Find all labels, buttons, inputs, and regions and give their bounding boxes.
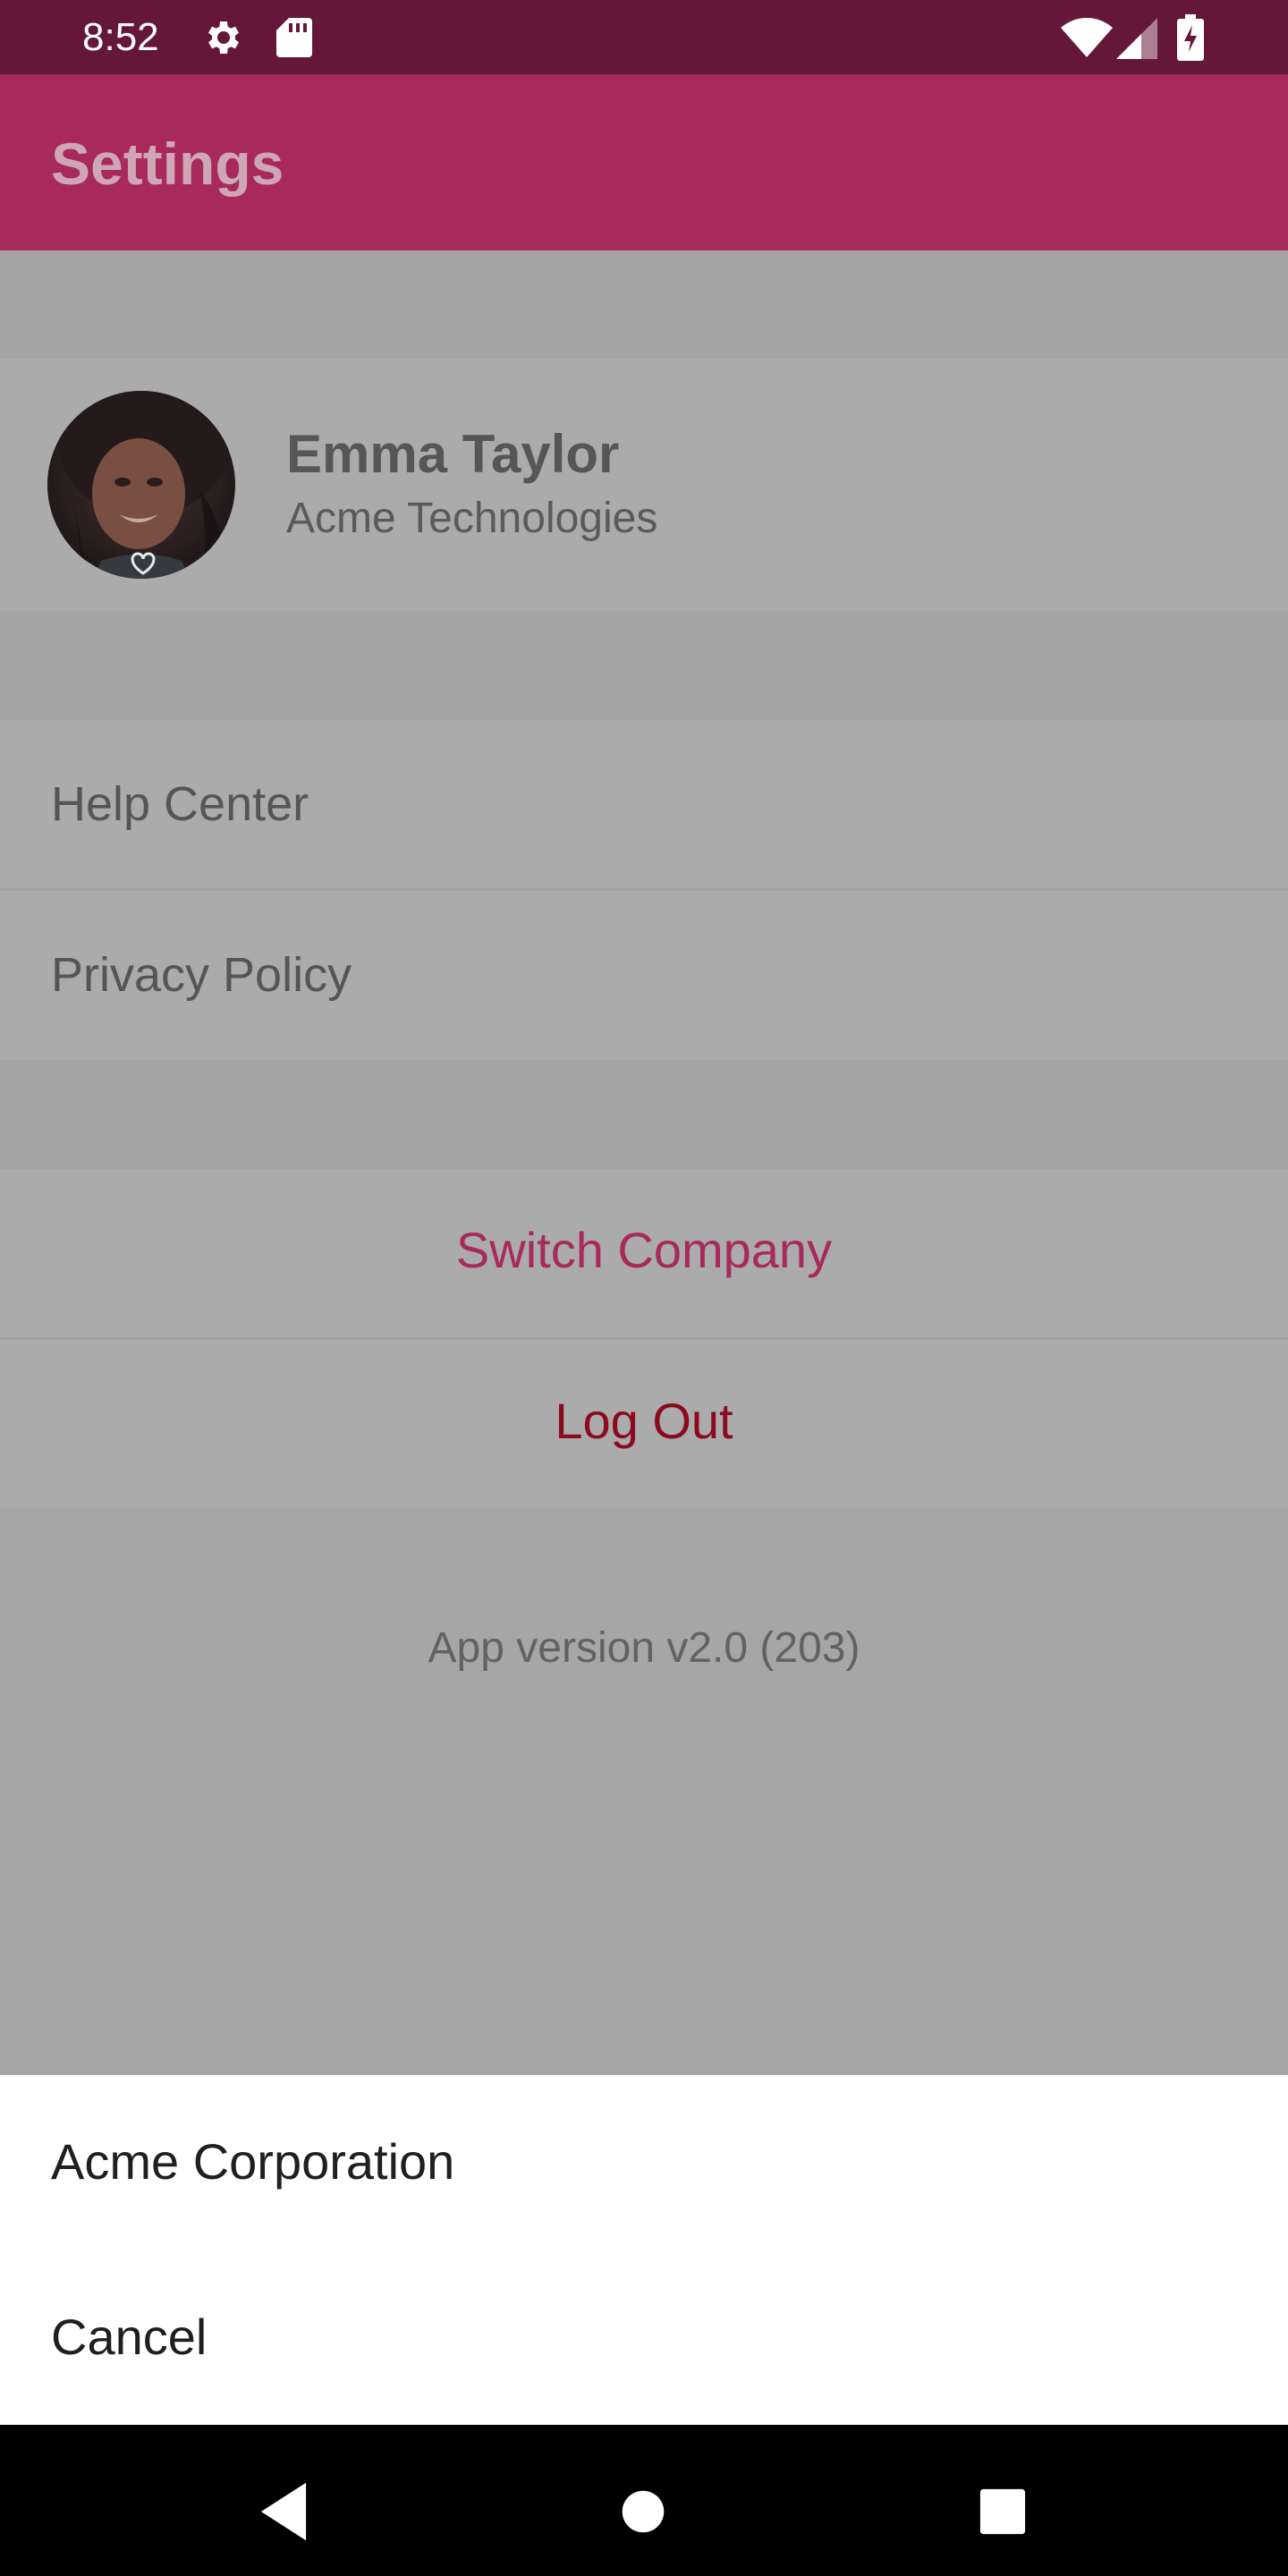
list-item-privacy-policy[interactable]: Privacy Policy [0,891,1288,1060]
profile-name: Emma Taylor [286,424,620,484]
avatar [47,391,235,579]
bottom-sheet: Acme Corporation Cancel [0,2075,1288,2425]
switch-company-button[interactable]: Switch Company [0,1169,1288,1337]
app-version: App version v2.0 (203) [428,1624,860,1672]
sheet-option-acme-corporation[interactable]: Acme Corporation [0,2075,1288,2250]
list-item-label: Privacy Policy [51,948,352,1002]
sheet-option-label: Cancel [51,2309,208,2365]
sd-card-icon [275,16,314,64]
battery-charging-icon [1177,14,1204,65]
navigation-bar [0,2425,1288,2576]
list-item-label: Help Center [51,777,309,831]
log-out-label: Log Out [555,1393,733,1449]
back-icon[interactable] [245,2473,322,2555]
status-time: 8:52 [82,15,159,59]
app-bar: Settings [0,74,1288,250]
recents-icon[interactable] [964,2473,1041,2555]
profile-company: Acme Technologies [286,495,658,542]
list-item-help-center[interactable]: Help Center [0,720,1288,890]
settings-content: Emma Taylor Acme Technologies Help Cente… [0,250,1288,2075]
section-spacer [0,611,1288,720]
status-bar: 8:52 [0,0,1288,74]
switch-company-label: Switch Company [455,1222,833,1278]
profile-row[interactable]: Emma Taylor Acme Technologies [0,359,1288,611]
sheet-option-cancel[interactable]: Cancel [0,2250,1288,2425]
wifi-icon [1061,18,1113,64]
sheet-option-label: Acme Corporation [51,2133,455,2190]
page-title: Settings [51,131,284,197]
log-out-button[interactable]: Log Out [0,1340,1288,1507]
home-icon[interactable] [605,2473,682,2555]
signal-icon [1116,18,1157,64]
section-spacer [0,1060,1288,1169]
section-spacer [0,250,1288,359]
gear-icon [202,16,245,64]
